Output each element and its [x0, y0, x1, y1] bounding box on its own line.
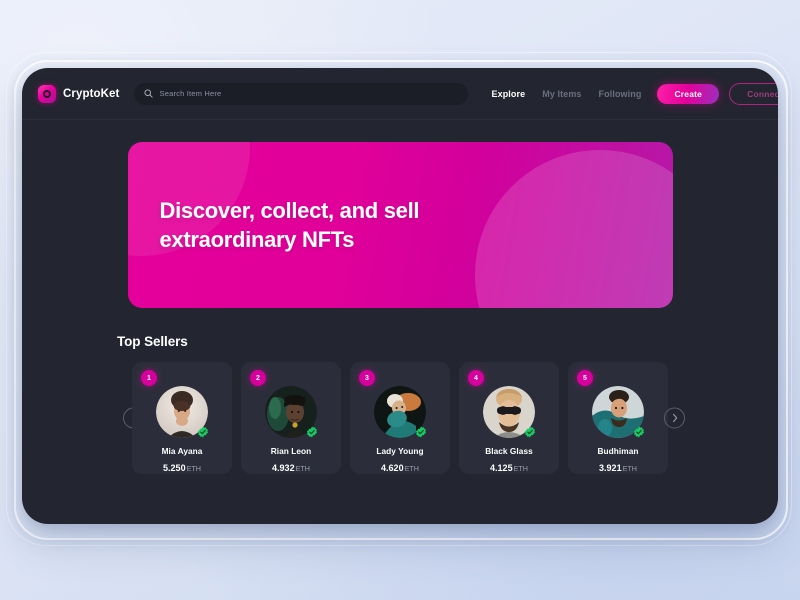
cryptoket-logo-icon	[38, 84, 56, 103]
header-actions: Create Connect	[657, 82, 778, 105]
seller-price-unit: ETH	[186, 464, 201, 473]
rank-badge: 5	[577, 370, 593, 386]
rank-badge: 4	[468, 370, 484, 386]
hero-section: Discover, collect, and sell extraordinar…	[22, 120, 778, 308]
nav-item-my-items[interactable]: My Items	[542, 89, 581, 99]
hero-title-line-2: extraordinary NFTs	[159, 227, 355, 253]
seller-name: Mia Ayana	[161, 446, 203, 456]
search-bar[interactable]: Search Item Here	[133, 82, 468, 105]
search-input[interactable]: Search Item Here	[160, 89, 222, 98]
brand-name: CryptoKet	[63, 87, 120, 100]
seller-card-list: 1 Mia Ayana 5.250ETH 2 Rian Leon 4.932ET…	[132, 362, 668, 474]
seller-price: 4.932ETH	[272, 463, 310, 473]
seller-price-value: 4.620	[381, 463, 404, 473]
hero-title-line-1: Discover, collect, and sell	[159, 198, 420, 223]
search-icon	[143, 85, 153, 103]
hero-title: Discover, collect, and sell extraordinar…	[160, 196, 420, 254]
verified-badge-icon	[524, 425, 536, 438]
seller-name: Lady Young	[376, 446, 424, 456]
seller-price-unit: ETH	[513, 464, 528, 473]
main-nav: Explore My Items Following	[492, 89, 642, 99]
seller-card[interactable]: 1 Mia Ayana 5.250ETH	[132, 362, 232, 474]
seller-card[interactable]: 3 Lady Young 4.620ETH	[350, 362, 450, 474]
seller-price-unit: ETH	[295, 464, 310, 473]
seller-price-unit: ETH	[622, 464, 637, 473]
hero-decor-circle-bottom	[474, 150, 673, 308]
seller-price: 3.921ETH	[599, 463, 637, 473]
seller-name: Rian Leon	[270, 446, 312, 456]
seller-name: Budhiman	[597, 446, 639, 456]
verified-badge-icon	[197, 425, 209, 438]
seller-price-value: 5.250	[163, 463, 186, 473]
avatar	[265, 386, 318, 438]
avatar	[156, 386, 209, 438]
brand-logo[interactable]: CryptoKet	[38, 84, 120, 103]
seller-price-value: 4.932	[272, 463, 295, 473]
seller-card[interactable]: 2 Rian Leon 4.932ETH	[241, 362, 341, 474]
seller-card[interactable]: 5 Budhiman 3.921ETH	[568, 362, 668, 474]
top-sellers-heading: Top Sellers	[117, 334, 188, 349]
verified-badge-icon	[415, 425, 427, 438]
hero-banner: Discover, collect, and sell extraordinar…	[127, 142, 673, 308]
app-header: CryptoKet Search Item Here Explore My It…	[22, 68, 778, 120]
seller-card[interactable]: 4 Black Glass 4.125ETH	[459, 362, 559, 474]
seller-price: 4.620ETH	[381, 463, 419, 473]
rank-badge: 2	[250, 370, 266, 386]
rank-badge: 1	[141, 370, 157, 386]
rank-badge: 3	[359, 370, 375, 386]
top-sellers-carousel: 1 Mia Ayana 5.250ETH 2 Rian Leon 4.932ET…	[22, 362, 778, 474]
avatar	[592, 386, 645, 438]
app-window: CryptoKet Search Item Here Explore My It…	[22, 68, 778, 524]
seller-price-value: 3.921	[599, 463, 622, 473]
avatar	[374, 386, 427, 438]
verified-badge-icon	[633, 425, 645, 438]
carousel-next-button[interactable]	[664, 407, 685, 429]
seller-name: Black Glass	[485, 446, 533, 456]
verified-badge-icon	[306, 425, 318, 438]
seller-price: 5.250ETH	[163, 463, 201, 473]
seller-price-unit: ETH	[404, 464, 419, 473]
create-button[interactable]: Create	[657, 83, 720, 104]
nav-item-explore[interactable]: Explore	[492, 89, 526, 99]
chevron-right-icon	[672, 411, 678, 426]
seller-price-value: 4.125	[490, 463, 513, 473]
avatar	[483, 386, 536, 438]
nav-item-following[interactable]: Following	[599, 89, 642, 99]
seller-price: 4.125ETH	[490, 463, 528, 473]
connect-button[interactable]: Connect	[729, 82, 778, 105]
